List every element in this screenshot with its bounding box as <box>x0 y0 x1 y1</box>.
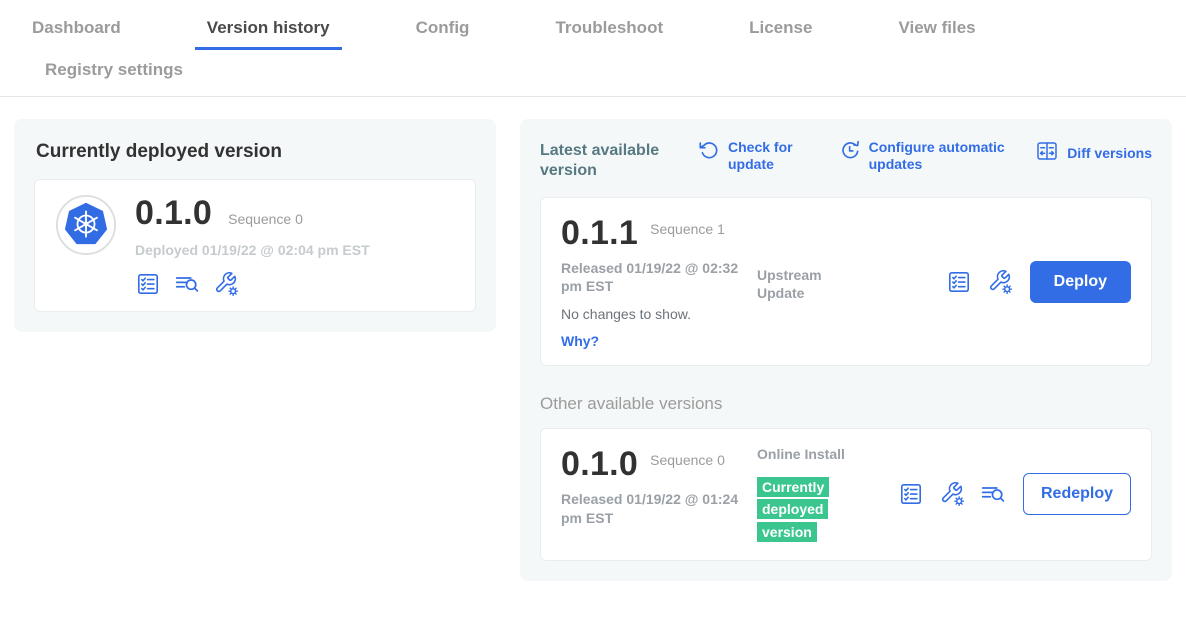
deploy-logs-icon[interactable] <box>174 271 200 297</box>
preflight-checks-icon[interactable] <box>135 271 161 297</box>
redeploy-button[interactable]: Redeploy <box>1023 473 1131 515</box>
configure-automatic-updates-link[interactable]: Configure automatic updates <box>839 139 1017 173</box>
new-version-card: 0.1.1 Sequence 1 Released 01/19/22 @ 02:… <box>540 197 1152 366</box>
other-version-sequence: Sequence 0 <box>650 445 730 469</box>
latest-available-panel: Latest available version Check for updat… <box>520 119 1172 581</box>
deployed-version-number: 0.1.0 <box>135 194 212 233</box>
new-version-released: Released 01/19/22 @ 02:32 pm EST <box>561 259 743 295</box>
nav-row-1: Dashboard Version history Config Trouble… <box>0 12 1186 50</box>
diff-icon <box>1035 139 1059 167</box>
diff-versions-label: Diff versions <box>1067 145 1152 162</box>
other-version-released: Released 01/19/22 @ 01:24 pm EST <box>561 490 743 526</box>
other-version-number: 0.1.0 <box>561 445 638 484</box>
deployed-timestamp: Deployed 01/19/22 @ 02:04 pm EST <box>135 242 370 258</box>
tab-registry-settings[interactable]: Registry settings <box>33 50 195 96</box>
top-navigation: Dashboard Version history Config Trouble… <box>0 0 1186 97</box>
other-versions-heading: Other available versions <box>540 394 1152 414</box>
currently-deployed-panel: Currently deployed version 0.1.0 Sequenc… <box>14 119 496 332</box>
deploy-logs-icon[interactable] <box>980 481 1006 507</box>
diff-versions-link[interactable]: Diff versions <box>1035 139 1152 167</box>
other-version-card: 0.1.0 Sequence 0 Released 01/19/22 @ 01:… <box>540 428 1152 560</box>
no-changes-text: No changes to show. <box>561 306 757 322</box>
new-version-sequence: Sequence 1 <box>650 214 730 238</box>
tab-troubleshoot[interactable]: Troubleshoot <box>543 12 675 50</box>
new-version-number: 0.1.1 <box>561 214 638 253</box>
nav-row-2: Registry settings <box>0 50 1186 96</box>
currently-deployed-title: Currently deployed version <box>36 141 476 163</box>
preflight-checks-icon[interactable] <box>898 481 924 507</box>
check-for-update-label: Check for update <box>728 139 820 173</box>
tab-license[interactable]: License <box>737 12 824 50</box>
new-version-source: Upstream Update <box>757 266 863 302</box>
configure-automatic-updates-label: Configure automatic updates <box>869 139 1017 173</box>
latest-available-title: Latest available version <box>540 139 692 181</box>
deploy-button[interactable]: Deploy <box>1030 261 1131 303</box>
tab-config[interactable]: Config <box>404 12 482 50</box>
preflight-checks-icon[interactable] <box>946 269 972 295</box>
scheduled-update-icon <box>839 139 861 165</box>
tab-version-history[interactable]: Version history <box>195 12 342 50</box>
tab-view-files[interactable]: View files <box>886 12 987 50</box>
other-version-source: Online Install <box>757 445 863 463</box>
deployed-sequence: Sequence 0 <box>228 211 303 227</box>
config-icon[interactable] <box>213 271 239 297</box>
check-for-update-link[interactable]: Check for update <box>698 139 820 173</box>
currently-deployed-badge: Currently deployed version <box>757 477 829 542</box>
config-icon[interactable] <box>939 481 965 507</box>
config-icon[interactable] <box>987 269 1013 295</box>
deployed-version-card: 0.1.0 Sequence 0 Deployed 01/19/22 @ 02:… <box>34 179 476 312</box>
tab-dashboard[interactable]: Dashboard <box>20 12 133 50</box>
main-content: Currently deployed version 0.1.0 Sequenc… <box>0 97 1186 581</box>
why-link[interactable]: Why? <box>561 333 757 349</box>
refresh-icon <box>698 139 720 165</box>
kubernetes-app-icon <box>55 194 117 261</box>
